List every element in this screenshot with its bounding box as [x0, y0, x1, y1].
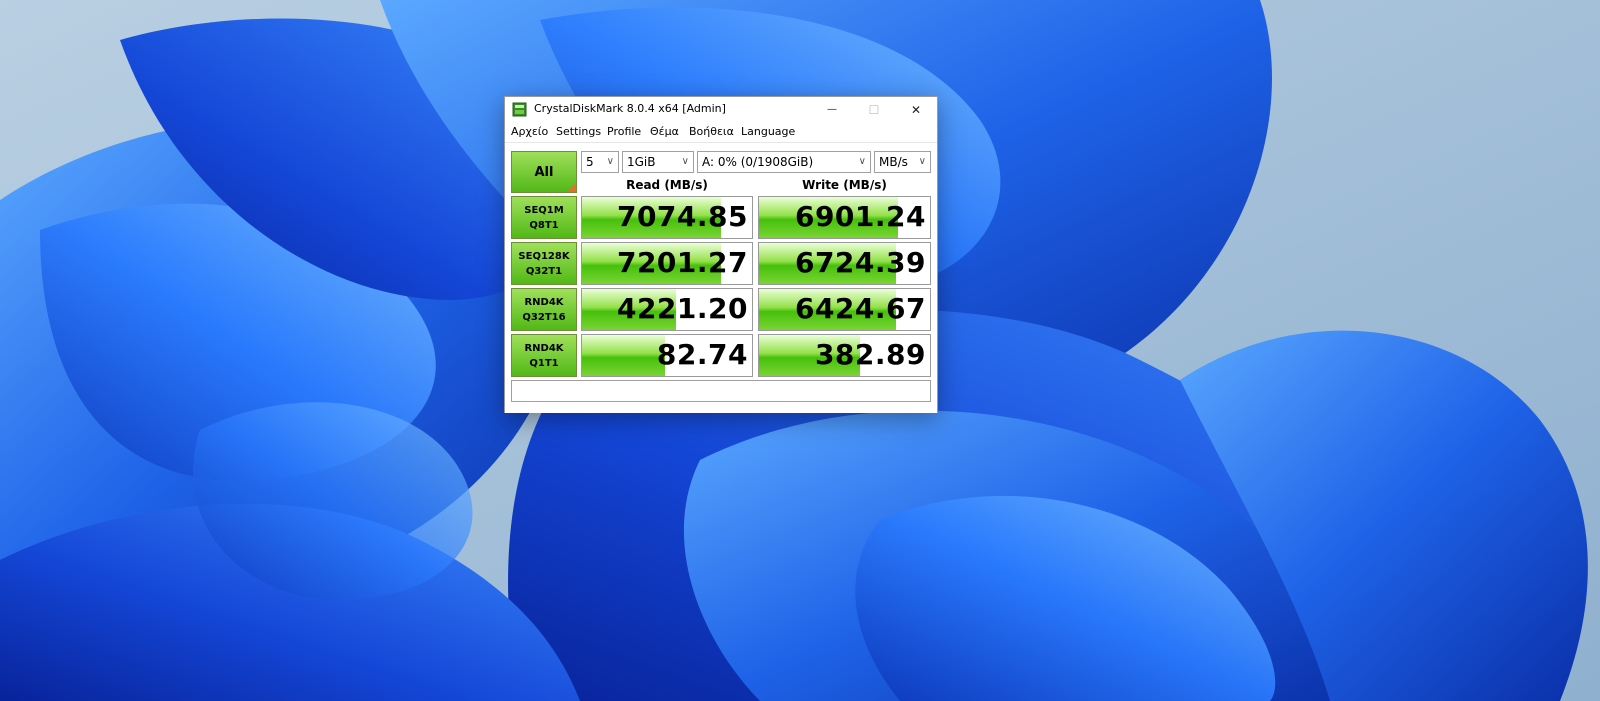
test-size-select[interactable]: 1GiB ∨ — [622, 151, 694, 173]
test-count-value: 5 — [586, 155, 594, 169]
test-name: SEQ128K — [518, 250, 570, 262]
unit-select[interactable]: MB/s ∨ — [874, 151, 931, 173]
unit-value: MB/s — [879, 155, 908, 169]
write-column-header: Write (MB/s) — [802, 178, 887, 192]
minimize-button[interactable]: — — [811, 97, 853, 122]
comment-field[interactable] — [511, 380, 931, 402]
drive-select[interactable]: A: 0% (0/1908GiB) ∨ — [697, 151, 871, 173]
crystaldiskmark-window: CrystalDiskMark 8.0.4 x64 [Admin] — ☐ ✕ … — [504, 96, 938, 413]
menu-theme[interactable]: Θέμα — [650, 125, 679, 138]
main-panel: All 5 ∨ 1GiB ∨ A: 0% (0/1908GiB) ∨ MB/s … — [505, 142, 937, 413]
close-button[interactable]: ✕ — [895, 97, 937, 122]
test-params: Q32T1 — [525, 265, 563, 277]
read-result-cell: 4221.20 — [581, 288, 753, 331]
test-button-seq1m-q8t1[interactable]: SEQ1M Q8T1 — [511, 196, 577, 239]
test-name: RND4K — [524, 296, 564, 308]
read-result-value: 82.74 — [656, 338, 748, 371]
menu-bar: Αρχείο Settings Profile Θέμα Βοήθεια Lan… — [505, 122, 937, 142]
write-result-value: 6901.24 — [794, 200, 926, 233]
write-result-cell: 6724.39 — [758, 242, 931, 285]
menu-profile[interactable]: Profile — [607, 125, 641, 138]
write-result-value: 382.89 — [814, 338, 926, 371]
test-button-rnd4k-q32t16[interactable]: RND4K Q32T16 — [511, 288, 577, 331]
read-column-header: Read (MB/s) — [626, 178, 708, 192]
read-result-value: 7074.85 — [616, 200, 748, 233]
minimize-icon: — — [827, 104, 837, 115]
test-size-value: 1GiB — [627, 155, 656, 169]
test-params: Q1T1 — [529, 357, 559, 369]
drive-value: A: 0% (0/1908GiB) — [702, 155, 814, 169]
write-result-value: 6724.39 — [794, 246, 926, 279]
chevron-down-icon: ∨ — [858, 156, 866, 167]
read-result-bar — [582, 335, 666, 376]
maximize-icon: ☐ — [868, 102, 880, 117]
crystaldiskmark-app-icon — [512, 102, 527, 117]
title-bar[interactable]: CrystalDiskMark 8.0.4 x64 [Admin] — ☐ ✕ — [505, 97, 937, 122]
test-params: Q8T1 — [529, 219, 559, 231]
write-result-cell: 6901.24 — [758, 196, 931, 239]
test-button-seq128k-q32t1[interactable]: SEQ128K Q32T1 — [511, 242, 577, 285]
write-result-cell: 6424.67 — [758, 288, 931, 331]
read-result-cell: 7074.85 — [581, 196, 753, 239]
chevron-down-icon: ∨ — [918, 156, 926, 167]
menu-file[interactable]: Αρχείο — [511, 125, 548, 138]
test-button-rnd4k-q1t1[interactable]: RND4K Q1T1 — [511, 334, 577, 377]
test-name: RND4K — [524, 342, 564, 354]
write-result-cell: 382.89 — [758, 334, 931, 377]
chevron-down-icon: ∨ — [606, 156, 614, 167]
chevron-down-icon: ∨ — [681, 156, 689, 167]
maximize-button[interactable]: ☐ — [853, 97, 895, 122]
test-name: SEQ1M — [524, 204, 564, 216]
close-icon: ✕ — [910, 102, 922, 117]
test-count-select[interactable]: 5 ∨ — [581, 151, 619, 173]
all-button[interactable]: All — [511, 151, 577, 193]
menu-settings[interactable]: Settings — [556, 125, 601, 138]
write-result-value: 6424.67 — [794, 292, 926, 325]
test-params: Q32T16 — [522, 311, 566, 323]
all-corner-marker — [568, 184, 575, 191]
menu-help[interactable]: Βοήθεια — [689, 125, 734, 138]
read-result-cell: 7201.27 — [581, 242, 753, 285]
read-result-value: 7201.27 — [616, 246, 748, 279]
read-result-value: 4221.20 — [616, 292, 748, 325]
read-result-cell: 82.74 — [581, 334, 753, 377]
all-button-label: All — [534, 164, 554, 180]
menu-language[interactable]: Language — [741, 125, 795, 138]
window-title: CrystalDiskMark 8.0.4 x64 [Admin] — [534, 102, 726, 115]
